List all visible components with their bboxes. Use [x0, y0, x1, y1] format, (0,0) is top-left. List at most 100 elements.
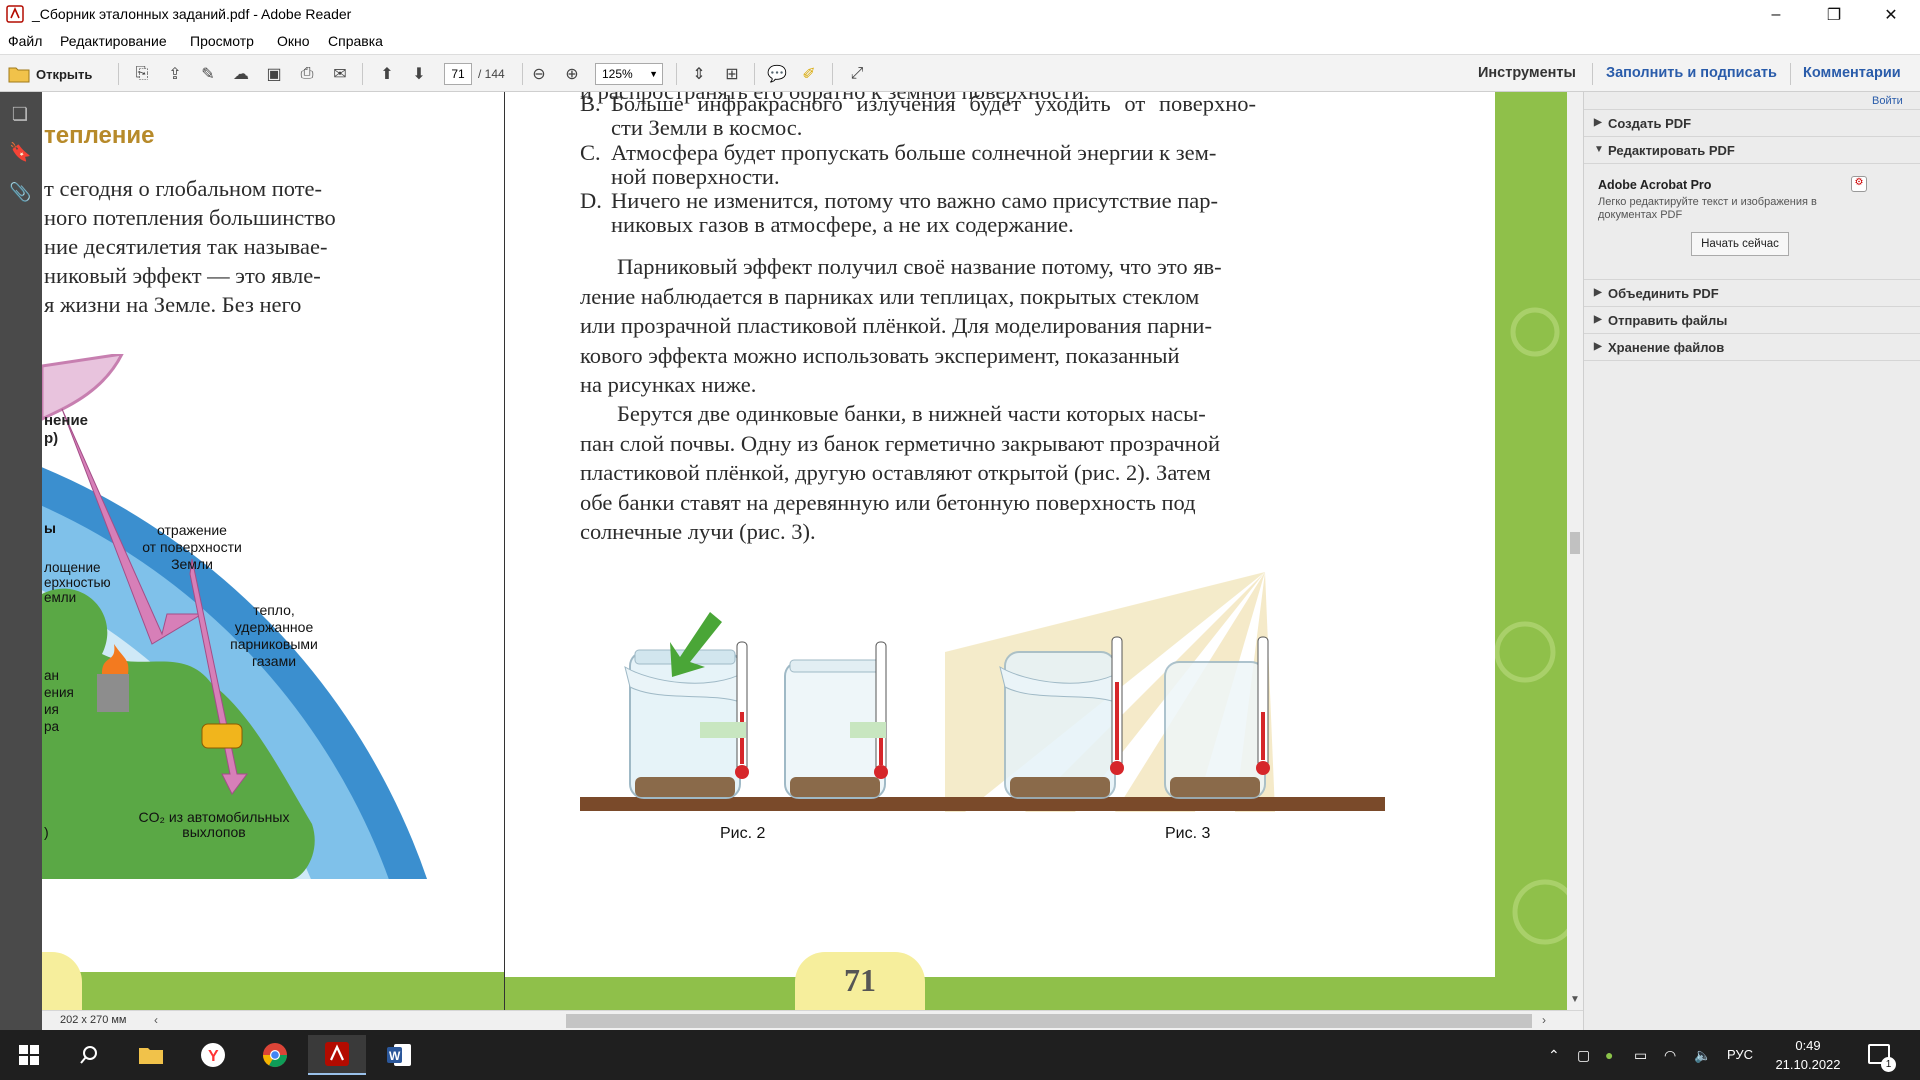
section-send-files[interactable]: ▶ Отправить файлы	[1584, 307, 1920, 334]
heat-4: газами	[251, 653, 297, 669]
menu-edit[interactable]: Редактирование	[60, 33, 167, 49]
attachments-icon[interactable]: 📎	[9, 182, 31, 204]
horizontal-scroll-thumb[interactable]	[566, 1014, 1532, 1028]
window-title: _Сборник эталонных заданий.pdf - Adobe R…	[32, 6, 352, 22]
menu-bar: Файл Редактирование Просмотр Окно Справк…	[0, 29, 1920, 54]
figure-3	[945, 572, 1385, 812]
clock[interactable]: 0:49 21.10.2022	[1772, 1036, 1844, 1074]
label-c1: ан	[44, 668, 59, 683]
chrome-icon	[263, 1043, 287, 1068]
prev-page-icon[interactable]: ⬆	[376, 63, 398, 85]
navigation-pane: ❏ 🔖 📎	[0, 92, 42, 1030]
page-thumbnails-icon[interactable]: ❏	[9, 104, 31, 126]
create-pdf-icon[interactable]: ⎘	[131, 63, 153, 85]
right-page: и распространять его обратно к земной по…	[505, 92, 1567, 1010]
print-icon[interactable]: ⎙	[296, 63, 318, 85]
sun-funnel	[42, 354, 124, 421]
toolbar: Открыть ⎘ ⇪ ✎ ☁ ▣ ⎙ ✉ ⬆ ⬇ 71 / 144 ⊖ ⊕ 1…	[0, 54, 1920, 92]
fullscreen-icon[interactable]: ⤢	[846, 63, 868, 85]
option-d-line-2: никовых газов в атмосфере, а не их содер…	[611, 212, 1074, 237]
windows-icon	[19, 1045, 39, 1065]
section-send-files-label: Отправить файлы	[1608, 313, 1728, 328]
email-icon[interactable]: ✉	[329, 63, 351, 85]
taskbar-explorer[interactable]	[122, 1035, 180, 1075]
volume-icon[interactable]: 🔈	[1694, 1047, 1711, 1064]
taskbar-yandex[interactable]: Y	[184, 1035, 242, 1075]
wifi-icon[interactable]: ◠	[1664, 1047, 1676, 1064]
clock-time: 0:49	[1795, 1038, 1821, 1053]
diagram-label-d: )	[44, 824, 49, 840]
clock-date: 21.10.2022	[1775, 1057, 1841, 1072]
comment-icon[interactable]: 💬	[766, 63, 788, 85]
section-create-pdf[interactable]: ▶ Создать PDF	[1584, 110, 1920, 137]
fill-sign-tab[interactable]: Заполнить и подписать	[1606, 65, 1777, 81]
para1-line-5: на рисунках ниже.	[580, 372, 757, 397]
tray-shield-icon[interactable]: ●	[1605, 1047, 1613, 1063]
zoom-in-icon[interactable]: ⊕	[561, 63, 583, 85]
start-button[interactable]	[0, 1035, 58, 1075]
menu-view[interactable]: Просмотр	[190, 33, 254, 49]
taskbar-adobe-reader[interactable]	[308, 1035, 366, 1075]
paragraph-1: Парниковый эффект получил своё название …	[580, 252, 1256, 400]
section-combine-pdf[interactable]: ▶ Объединить PDF	[1584, 280, 1920, 307]
zoom-select[interactable]: 125% ▼	[595, 63, 663, 85]
signin-link[interactable]: Войти	[1872, 95, 1903, 107]
vertical-scroll-thumb[interactable]	[1570, 532, 1580, 554]
fit-width-icon[interactable]: ⊞	[721, 63, 743, 85]
vertical-scrollbar[interactable]: ▼	[1567, 92, 1583, 1010]
taskbar-chrome[interactable]	[246, 1035, 304, 1075]
menu-window[interactable]: Окно	[277, 33, 310, 49]
fig2-caption: Рис. 2	[720, 825, 766, 842]
battery-icon[interactable]: ▭	[1634, 1047, 1647, 1064]
export-pdf-icon[interactable]: ⇪	[164, 63, 186, 85]
minimize-button[interactable]: –	[1747, 0, 1805, 29]
zoom-out-icon[interactable]: ⊖	[528, 63, 550, 85]
comments-tab[interactable]: Комментарии	[1803, 65, 1901, 81]
heat-label: тепло, удержанное парниковыми газами	[214, 602, 334, 670]
label-c3: ия	[44, 702, 59, 717]
section-heading: тепление	[44, 122, 155, 149]
start-now-button[interactable]: Начать сейчас	[1691, 232, 1789, 256]
option-d-letter: D.	[580, 188, 602, 213]
label-c4: ра	[44, 719, 60, 734]
cloud-upload-icon[interactable]: ☁	[230, 63, 252, 85]
gear-pattern	[1495, 307, 1567, 945]
open-button[interactable]: Открыть	[8, 62, 92, 86]
adobe-reader-icon	[6, 5, 24, 23]
tray-chevron-icon[interactable]: ⌃	[1548, 1047, 1560, 1064]
tools-tab[interactable]: Инструменты	[1478, 65, 1576, 81]
highlight-icon[interactable]: ✐	[798, 63, 820, 85]
scroll-down-icon[interactable]: ▼	[1570, 994, 1580, 1005]
restore-button[interactable]: ❐	[1805, 0, 1863, 29]
tray-device-icon[interactable]: ▢	[1577, 1047, 1590, 1064]
menu-help[interactable]: Справка	[328, 33, 383, 49]
left-page: тепление т сегодня о глобальном поте- но…	[42, 92, 506, 1010]
title-bar: _Сборник эталонных заданий.pdf - Adobe R…	[0, 0, 1920, 29]
next-page-icon[interactable]: ⬇	[408, 63, 430, 85]
search-button[interactable]	[60, 1035, 118, 1075]
section-edit-pdf[interactable]: ▼ Редактировать PDF	[1584, 137, 1920, 164]
left-line-1: т сегодня о глобальном поте-	[44, 176, 323, 201]
fit-page-icon[interactable]: ⇕	[688, 63, 710, 85]
taskbar-word[interactable]: W	[370, 1035, 428, 1075]
paragraph-2: Берутся две одинковые банки, в нижней ча…	[580, 399, 1256, 547]
heat-2: удержанное	[234, 619, 314, 635]
fig3-caption: Рис. 3	[1165, 825, 1211, 842]
edit-pdf-icon[interactable]: ✎	[197, 63, 219, 85]
expand-icon: ▶	[1594, 341, 1602, 352]
document-view[interactable]: тепление т сегодня о глобальном поте- но…	[42, 92, 1567, 1010]
search-icon	[80, 1046, 97, 1064]
para1-line-4: кового эффекта можно использовать экспер…	[580, 342, 1180, 368]
para2-line-5: солнечные лучи (рис. 3).	[580, 519, 816, 544]
page-number-input[interactable]: 71	[444, 63, 472, 85]
diagram-label-a: ы	[44, 520, 56, 536]
bookmarks-icon[interactable]: 🔖	[9, 142, 31, 164]
co2-label: CO₂ из автомобильных выхлопов	[114, 810, 314, 840]
save-icon[interactable]: ▣	[263, 63, 285, 85]
language-indicator[interactable]: РУС	[1727, 1047, 1753, 1062]
menu-file[interactable]: Файл	[8, 33, 42, 49]
scroll-left-icon[interactable]: ‹	[154, 1013, 158, 1027]
close-button[interactable]: ✕	[1862, 0, 1920, 29]
section-store-files[interactable]: ▶ Хранение файлов	[1584, 334, 1920, 361]
scroll-right-icon[interactable]: ›	[1542, 1013, 1546, 1027]
